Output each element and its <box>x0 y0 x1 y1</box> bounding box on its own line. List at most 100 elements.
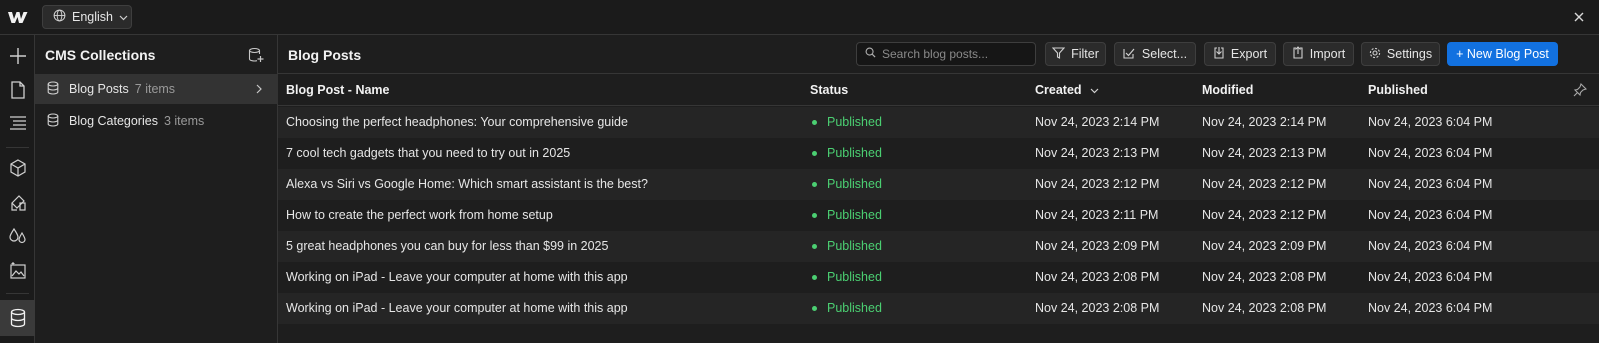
collections-header: CMS Collections <box>35 35 278 74</box>
status-badge: Published <box>827 177 882 191</box>
cell-modified: Nov 24, 2023 2:13 PM <box>1202 146 1327 160</box>
settings-label: Settings <box>1386 47 1433 61</box>
search-input[interactable] <box>882 47 1032 61</box>
status-dot <box>812 150 817 156</box>
cms-collections-panel: CMS Collections Blog Posts 7 items Blog C… <box>35 35 278 343</box>
column-header-created-label: Created <box>1035 83 1082 97</box>
cell-created: Nov 24, 2023 2:08 PM <box>1035 270 1160 284</box>
cell-published: Nov 24, 2023 6:04 PM <box>1368 208 1493 222</box>
add-icon[interactable] <box>0 41 35 71</box>
cell-modified: Nov 24, 2023 2:14 PM <box>1202 115 1327 129</box>
new-blog-post-label: + New Blog Post <box>1456 47 1549 61</box>
cell-created: Nov 24, 2023 2:14 PM <box>1035 115 1160 129</box>
status-badge: Published <box>827 146 882 160</box>
chevron-right-icon <box>254 83 264 95</box>
cell-created: Nov 24, 2023 2:09 PM <box>1035 239 1160 253</box>
status-badge: Published <box>827 208 882 222</box>
collection-item-blog-categories[interactable]: Blog Categories 3 items <box>35 106 278 136</box>
sort-descending-icon <box>1090 83 1099 97</box>
settings-button[interactable]: Settings <box>1361 42 1440 66</box>
column-header-published[interactable]: Published <box>1368 83 1428 97</box>
style-selector-icon[interactable] <box>0 187 35 217</box>
components-icon[interactable] <box>0 153 35 183</box>
cell-published: Nov 24, 2023 6:04 PM <box>1368 239 1493 253</box>
cell-published: Nov 24, 2023 6:04 PM <box>1368 177 1493 191</box>
select-button[interactable]: Select... <box>1114 42 1196 66</box>
cms-icon[interactable] <box>0 300 35 336</box>
collections-title: CMS Collections <box>45 46 156 63</box>
cell-status: Published <box>812 239 882 253</box>
table-row[interactable]: How to create the perfect work from home… <box>278 200 1599 231</box>
collection-item-blog-posts[interactable]: Blog Posts 7 items <box>35 74 278 104</box>
cell-name: How to create the perfect work from home… <box>286 208 553 222</box>
cell-name: Working on iPad - Leave your computer at… <box>286 301 628 315</box>
export-icon <box>1213 46 1225 62</box>
cell-published: Nov 24, 2023 6:04 PM <box>1368 301 1493 315</box>
cell-status: Published <box>812 177 882 191</box>
rail-divider <box>6 293 29 294</box>
language-selector[interactable]: English <box>42 5 132 29</box>
table-row[interactable]: Working on iPad - Leave your computer at… <box>278 293 1599 324</box>
cell-created: Nov 24, 2023 2:12 PM <box>1035 177 1160 191</box>
cell-name: Working on iPad - Leave your computer at… <box>286 270 628 284</box>
webflow-logo-icon[interactable] <box>7 9 29 25</box>
assets-icon[interactable] <box>0 255 35 285</box>
cell-modified: Nov 24, 2023 2:12 PM <box>1202 177 1327 191</box>
table-row[interactable]: 5 great headphones you can buy for less … <box>278 231 1599 262</box>
database-icon <box>47 112 59 130</box>
close-icon[interactable] <box>1572 10 1586 24</box>
database-icon <box>47 80 59 98</box>
table-row[interactable]: Working on iPad - Leave your computer at… <box>278 262 1599 293</box>
cell-published: Nov 24, 2023 6:04 PM <box>1368 270 1493 284</box>
page-title: Blog Posts <box>288 47 362 63</box>
cell-status: Published <box>812 301 882 315</box>
cell-created: Nov 24, 2023 2:08 PM <box>1035 301 1160 315</box>
export-label: Export <box>1230 47 1268 61</box>
collection-count: 3 items <box>163 114 205 128</box>
cell-name: Alexa vs Siri vs Google Home: Which smar… <box>286 177 648 191</box>
table-row[interactable]: Alexa vs Siri vs Google Home: Which smar… <box>278 169 1599 200</box>
column-header-modified[interactable]: Modified <box>1202 83 1253 97</box>
collection-count: 7 items <box>134 82 176 96</box>
cell-modified: Nov 24, 2023 2:09 PM <box>1202 239 1327 253</box>
column-header-name[interactable]: Blog Post - Name <box>286 83 390 97</box>
top-bar: English <box>0 0 1599 35</box>
status-dot <box>812 305 817 311</box>
collection-toolbar: Blog Posts Filter Select... Export <box>278 35 1599 74</box>
cell-status: Published <box>812 208 882 222</box>
new-blog-post-button[interactable]: + New Blog Post <box>1447 42 1558 66</box>
select-label: Select... <box>1141 47 1188 61</box>
navigator-icon[interactable] <box>0 108 35 138</box>
cell-created: Nov 24, 2023 2:11 PM <box>1035 208 1159 222</box>
table-row[interactable]: 7 cool tech gadgets that you need to try… <box>278 138 1599 169</box>
column-header-status[interactable]: Status <box>810 83 848 97</box>
add-collection-icon[interactable] <box>248 47 264 63</box>
left-rail <box>0 35 35 343</box>
globe-icon <box>53 9 66 25</box>
export-button[interactable]: Export <box>1204 42 1276 66</box>
filter-label: Filter <box>1071 47 1099 61</box>
column-header-created[interactable]: Created <box>1035 83 1099 97</box>
import-button[interactable]: Import <box>1283 42 1354 66</box>
page-icon[interactable] <box>0 75 35 105</box>
rail-divider <box>6 147 29 148</box>
pin-icon[interactable] <box>1573 82 1588 97</box>
cell-modified: Nov 24, 2023 2:08 PM <box>1202 270 1327 284</box>
collection-label: Blog Categories <box>69 114 158 128</box>
filter-button[interactable]: Filter <box>1045 42 1106 66</box>
language-label: English <box>72 10 113 24</box>
checkbox-icon <box>1123 47 1136 62</box>
cell-modified: Nov 24, 2023 2:08 PM <box>1202 301 1327 315</box>
status-dot <box>812 212 817 218</box>
table-row[interactable]: Choosing the perfect headphones: Your co… <box>278 107 1599 138</box>
variables-icon[interactable] <box>0 221 35 251</box>
cell-status: Published <box>812 146 882 160</box>
import-label: Import <box>1309 47 1346 61</box>
collection-content: Blog Posts Filter Select... Export <box>278 35 1599 343</box>
status-dot <box>812 274 817 280</box>
status-badge: Published <box>827 301 882 315</box>
chevron-down-icon <box>119 10 128 24</box>
gear-icon <box>1369 47 1381 62</box>
search-box[interactable] <box>856 42 1036 66</box>
cell-name: Choosing the perfect headphones: Your co… <box>286 115 628 129</box>
